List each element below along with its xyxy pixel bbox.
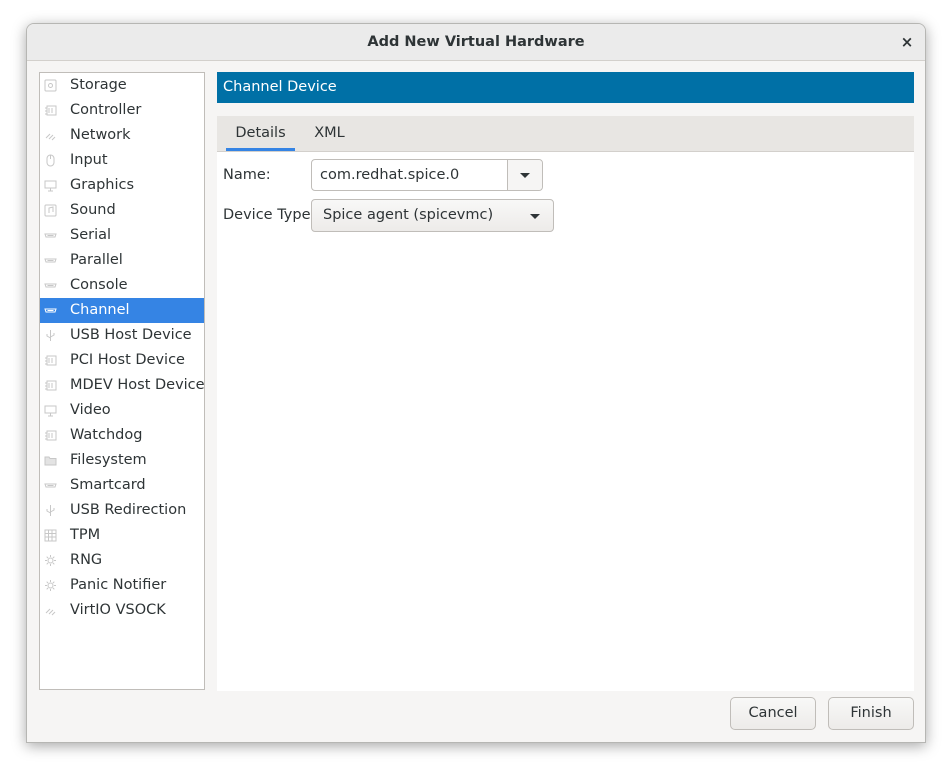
usb-icon: [44, 329, 57, 342]
serial-port-icon: [44, 304, 57, 317]
name-label: Name:: [223, 167, 271, 183]
hardware-item-label: Channel: [70, 302, 130, 318]
network-icon: [44, 129, 57, 142]
hardware-item-storage[interactable]: Storage: [40, 73, 204, 98]
hardware-item-label: Graphics: [70, 177, 135, 193]
hardware-item-sound[interactable]: Sound: [40, 198, 204, 223]
hardware-item-label: Panic Notifier: [70, 577, 167, 593]
hardware-item-label: Network: [70, 127, 131, 143]
tab-xml[interactable]: XML: [308, 116, 351, 151]
hardware-item-console[interactable]: Console: [40, 273, 204, 298]
disk-icon: [44, 79, 57, 92]
hardware-item-smartcard[interactable]: Smartcard: [40, 473, 204, 498]
hardware-item-label: Input: [70, 152, 108, 168]
hardware-item-label: PCI Host Device: [70, 352, 185, 368]
hardware-item-controller[interactable]: Controller: [40, 98, 204, 123]
chip-icon: [44, 379, 57, 392]
hardware-item-label: MDEV Host Device: [70, 377, 205, 393]
hardware-item-label: TPM: [70, 527, 101, 543]
hardware-item-mdev-host-device[interactable]: MDEV Host Device: [40, 373, 205, 398]
serial-port-icon: [44, 229, 57, 242]
monitor-icon: [44, 179, 57, 192]
hardware-item-label: Filesystem: [70, 452, 147, 468]
hardware-item-label: Console: [70, 277, 128, 293]
details-panel: Name: Device Type: Spice agent (spicevmc…: [217, 152, 914, 691]
hardware-item-network[interactable]: Network: [40, 123, 204, 148]
hardware-item-label: VirtIO VSOCK: [70, 602, 166, 618]
name-input[interactable]: [312, 160, 508, 190]
name-combo: [311, 159, 543, 191]
hardware-item-label: Watchdog: [70, 427, 143, 443]
usb-icon: [44, 504, 57, 517]
hardware-item-channel[interactable]: Channel: [40, 298, 204, 323]
chip-icon: [44, 429, 57, 442]
monitor-icon: [44, 404, 57, 417]
chip-icon: [44, 354, 57, 367]
hardware-item-watchdog[interactable]: Watchdog: [40, 423, 204, 448]
hardware-item-label: Video: [70, 402, 111, 418]
hardware-item-input[interactable]: Input: [40, 148, 204, 173]
serial-port-icon: [44, 479, 57, 492]
hardware-type-list: Storage Controller Network Input Graphics Sou…: [39, 72, 205, 690]
hardware-item-pci-host-device[interactable]: PCI Host Device: [40, 348, 204, 373]
gear-icon: [44, 554, 57, 567]
hardware-item-filesystem[interactable]: Filesystem: [40, 448, 204, 473]
folder-icon: [44, 454, 57, 467]
tab-bar: Details XML: [217, 116, 914, 152]
hardware-item-virtio-vsock[interactable]: VirtIO VSOCK: [40, 598, 204, 623]
serial-port-icon: [44, 254, 57, 267]
hardware-item-panic-notifier[interactable]: Panic Notifier: [40, 573, 204, 598]
chip-icon: [44, 104, 57, 117]
device-type-value: Spice agent (spicevmc): [323, 207, 494, 223]
hardware-item-usb-redirection[interactable]: USB Redirection: [40, 498, 204, 523]
hardware-item-label: Controller: [70, 102, 142, 118]
network-icon: [44, 604, 57, 617]
hardware-item-video[interactable]: Video: [40, 398, 204, 423]
hardware-item-label: Serial: [70, 227, 112, 243]
hardware-item-tpm[interactable]: TPM: [40, 523, 204, 548]
dialog-title: Add New Virtual Hardware: [367, 34, 585, 50]
sound-icon: [44, 204, 57, 217]
hardware-item-label: USB Host Device: [70, 327, 192, 343]
serial-port-icon: [44, 279, 57, 292]
hardware-item-label: Smartcard: [70, 477, 146, 493]
hardware-item-label: Storage: [70, 77, 127, 93]
content-header: Channel Device: [217, 72, 914, 103]
hardware-item-label: Parallel: [70, 252, 123, 268]
close-icon[interactable]: ×: [897, 32, 917, 52]
name-dropdown-button[interactable]: [507, 160, 542, 190]
hardware-item-graphics[interactable]: Graphics: [40, 173, 204, 198]
hardware-item-rng[interactable]: RNG: [40, 548, 204, 573]
hardware-item-serial[interactable]: Serial: [40, 223, 204, 248]
hardware-item-parallel[interactable]: Parallel: [40, 248, 204, 273]
tpm-icon: [44, 529, 57, 542]
mouse-icon: [44, 154, 57, 167]
titlebar: Add New Virtual Hardware ×: [27, 24, 925, 61]
tab-details[interactable]: Details: [226, 116, 295, 151]
chevron-down-icon: [530, 213, 540, 219]
gear-icon: [44, 579, 57, 592]
hardware-item-label: USB Redirection: [70, 502, 187, 518]
device-type-label: Device Type:: [223, 207, 316, 223]
cancel-button[interactable]: Cancel: [730, 697, 816, 730]
hardware-item-usb-host-device[interactable]: USB Host Device: [40, 323, 204, 348]
finish-button[interactable]: Finish: [828, 697, 914, 730]
device-type-dropdown[interactable]: Spice agent (spicevmc): [311, 199, 554, 232]
hardware-item-label: Sound: [70, 202, 116, 218]
chevron-down-icon: [520, 173, 530, 178]
add-hardware-dialog: Add New Virtual Hardware × Storage Contro…: [26, 23, 926, 743]
hardware-item-label: RNG: [70, 552, 103, 568]
